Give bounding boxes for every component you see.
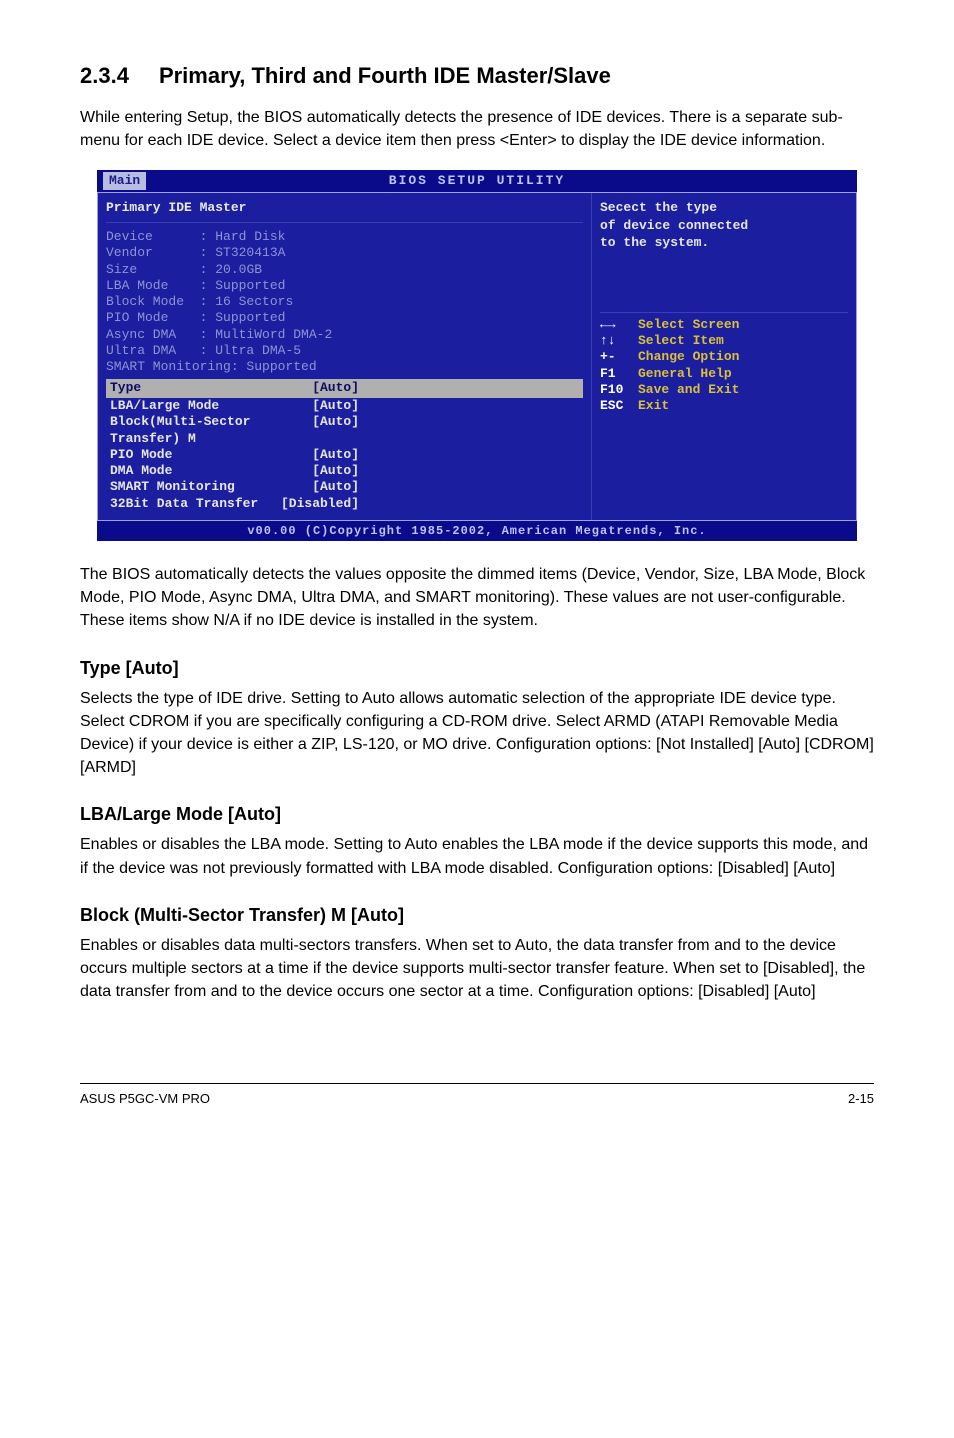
bios-option-row: PIO Mode[Auto]	[106, 447, 583, 463]
section-heading: 2.3.4 Primary, Third and Fourth IDE Maste…	[80, 60, 874, 92]
bios-info-grid: Device : Hard Disk Vendor : ST320413A Si…	[106, 229, 583, 375]
info-row: Size : 20.0GB	[106, 262, 262, 277]
bios-option-row: Block(Multi-Sector Transfer) M[Auto]	[106, 414, 583, 447]
info-row: LBA Mode : Supported	[106, 278, 285, 293]
footer-left: ASUS P5GC-VM PRO	[80, 1090, 210, 1109]
sub-body: Selects the type of IDE drive. Setting t…	[80, 687, 874, 780]
bios-left-panel: Primary IDE Master Device : Hard Disk Ve…	[98, 193, 591, 520]
info-row: Device : Hard Disk	[106, 229, 285, 244]
sub-body: Enables or disables data multi-sectors t…	[80, 934, 874, 1004]
subheading: Block (Multi-Sector Transfer) M [Auto]	[80, 902, 874, 928]
bios-footer: v00.00 (C)Copyright 1985-2002, American …	[97, 521, 857, 541]
info-row: Async DMA : MultiWord DMA-2	[106, 327, 332, 342]
bios-option-row: SMART Monitoring[Auto]	[106, 479, 583, 495]
bios-option-row: 32Bit Data Transfer[Disabled]	[106, 496, 583, 512]
page-footer: ASUS P5GC-VM PRO 2-15	[80, 1083, 874, 1109]
bios-body: Primary IDE Master Device : Hard Disk Ve…	[97, 192, 857, 521]
bios-option-row: LBA/Large Mode[Auto]	[106, 398, 583, 414]
section-intro: While entering Setup, the BIOS automatic…	[80, 106, 874, 152]
type-value: [Auto]	[312, 379, 359, 398]
info-row: Ultra DMA : Ultra DMA-5	[106, 343, 301, 358]
bios-panel-title: Primary IDE Master	[106, 199, 583, 223]
bios-right-panel: Secect the type of device connected to t…	[591, 193, 856, 520]
footer-right: 2-15	[848, 1090, 874, 1109]
info-row: SMART Monitoring: Supported	[106, 359, 317, 374]
subheading: Type [Auto]	[80, 655, 874, 681]
bios-help-text: Secect the type of device connected to t…	[600, 199, 848, 313]
bios-screenshot: Main BIOS SETUP UTILITY Primary IDE Mast…	[97, 170, 857, 541]
info-row: Block Mode : 16 Sectors	[106, 294, 293, 309]
post-bios-paragraph: The BIOS automatically detects the value…	[80, 563, 874, 633]
sub-body: Enables or disables the LBA mode. Settin…	[80, 833, 874, 879]
info-row: Vendor : ST320413A	[106, 245, 285, 260]
section-title-text: Primary, Third and Fourth IDE Master/Sla…	[159, 63, 611, 88]
subheading: LBA/Large Mode [Auto]	[80, 801, 874, 827]
bios-topbar: Main BIOS SETUP UTILITY	[97, 170, 857, 192]
section-number: 2.3.4	[80, 60, 129, 92]
info-row: PIO Mode : Supported	[106, 310, 285, 325]
bios-nav-keys: ←→Select Screen ↑↓Select Item +-Change O…	[600, 317, 848, 415]
bios-title: BIOS SETUP UTILITY	[389, 173, 565, 188]
bios-type-row: Type [Auto]	[106, 379, 583, 398]
bios-tab-main: Main	[103, 172, 146, 190]
bios-option-row: DMA Mode[Auto]	[106, 463, 583, 479]
type-label: Type	[110, 379, 141, 398]
